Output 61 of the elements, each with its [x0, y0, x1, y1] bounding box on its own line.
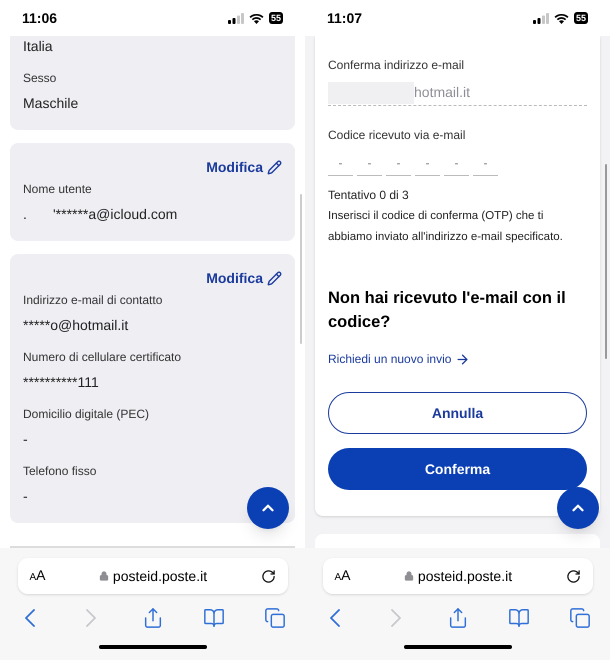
book-icon — [202, 607, 225, 629]
pencil-icon — [267, 160, 282, 175]
field-label: Nome utente — [23, 181, 93, 198]
clock-time: 11:07 — [327, 8, 362, 28]
attempts-text: Tentativo 0 di 3 — [328, 187, 410, 204]
address-bar[interactable]: AA posteid.poste.it — [322, 558, 592, 594]
field-value: *****o@hotmail.it — [23, 316, 128, 335]
confirm-button[interactable]: Conferma — [328, 448, 587, 490]
resend-link[interactable]: Richiedi un nuovo invio — [328, 350, 587, 368]
chevron-right-icon — [86, 609, 96, 627]
input-value: hotmail.it — [414, 83, 470, 102]
wifi-icon — [554, 12, 569, 24]
chevron-left-icon — [25, 609, 35, 627]
reload-icon[interactable] — [260, 568, 276, 584]
field-label: Indirizzo e-mail di contatto — [23, 292, 164, 309]
signal-icon — [532, 12, 549, 24]
code-digit-input[interactable]: - — [444, 154, 469, 176]
field-value-prefix: . — [23, 205, 28, 224]
code-digit-input[interactable]: - — [386, 154, 411, 176]
tabs-icon — [569, 607, 591, 629]
code-digit-input[interactable]: - — [415, 154, 440, 176]
url-text: posteid.poste.it — [418, 566, 512, 586]
tabs-icon — [264, 607, 286, 629]
field-value: Maschile — [23, 94, 78, 113]
chevron-right-icon — [391, 609, 402, 627]
code-digit-input[interactable]: - — [473, 154, 498, 176]
pencil-icon — [267, 271, 282, 286]
field-label: Telefono fisso — [23, 463, 98, 480]
address-bar[interactable]: AA posteid.poste.it — [18, 558, 288, 594]
section-heading: Non hai ricevuto l'e-mail con il codice? — [328, 288, 567, 333]
lock-icon — [98, 571, 109, 581]
field-value: Italia — [23, 37, 53, 56]
text-size-button[interactable]: AA — [334, 564, 351, 588]
arrow-right-icon — [455, 352, 470, 366]
book-icon — [508, 607, 530, 629]
chevron-left-icon — [330, 609, 340, 627]
battery-icon: 55 — [574, 12, 588, 24]
field-value: - — [23, 487, 28, 506]
field-label: Conferma indirizzo e-mail — [328, 57, 466, 74]
scroll-top-button[interactable] — [557, 487, 599, 529]
signal-icon — [228, 12, 244, 24]
code-digit-input[interactable]: - — [328, 154, 353, 176]
text-size-button[interactable]: AA — [30, 564, 46, 588]
field-value: **********111 — [23, 373, 99, 392]
field-label: Domicilio digitale (PEC) — [23, 406, 150, 423]
wifi-icon — [248, 12, 264, 24]
lock-icon — [404, 571, 414, 581]
help-text: Inserisci il codice di conferma (OTP) che ti abbiamo inviato all'indirizzo e-mail specificato. — [328, 209, 564, 245]
field-label: Numero di cellulare certificato — [23, 349, 182, 366]
code-digit-input[interactable]: - — [357, 154, 382, 176]
clock-time: 11:06 — [22, 8, 58, 28]
battery-icon: 55 — [268, 12, 283, 24]
field-value: - — [23, 430, 28, 449]
field-value: '******a@icloud.com — [53, 205, 178, 224]
field-label: Sesso — [23, 70, 58, 87]
cancel-button[interactable]: Annulla — [328, 392, 587, 434]
edit-link[interactable]: Modifica — [206, 268, 282, 289]
edit-link[interactable]: Modifica — [206, 157, 282, 178]
field-label: Codice ricevuto via e-mail — [328, 127, 466, 144]
url-text: posteid.poste.it — [112, 566, 208, 586]
reload-icon[interactable] — [566, 568, 580, 584]
